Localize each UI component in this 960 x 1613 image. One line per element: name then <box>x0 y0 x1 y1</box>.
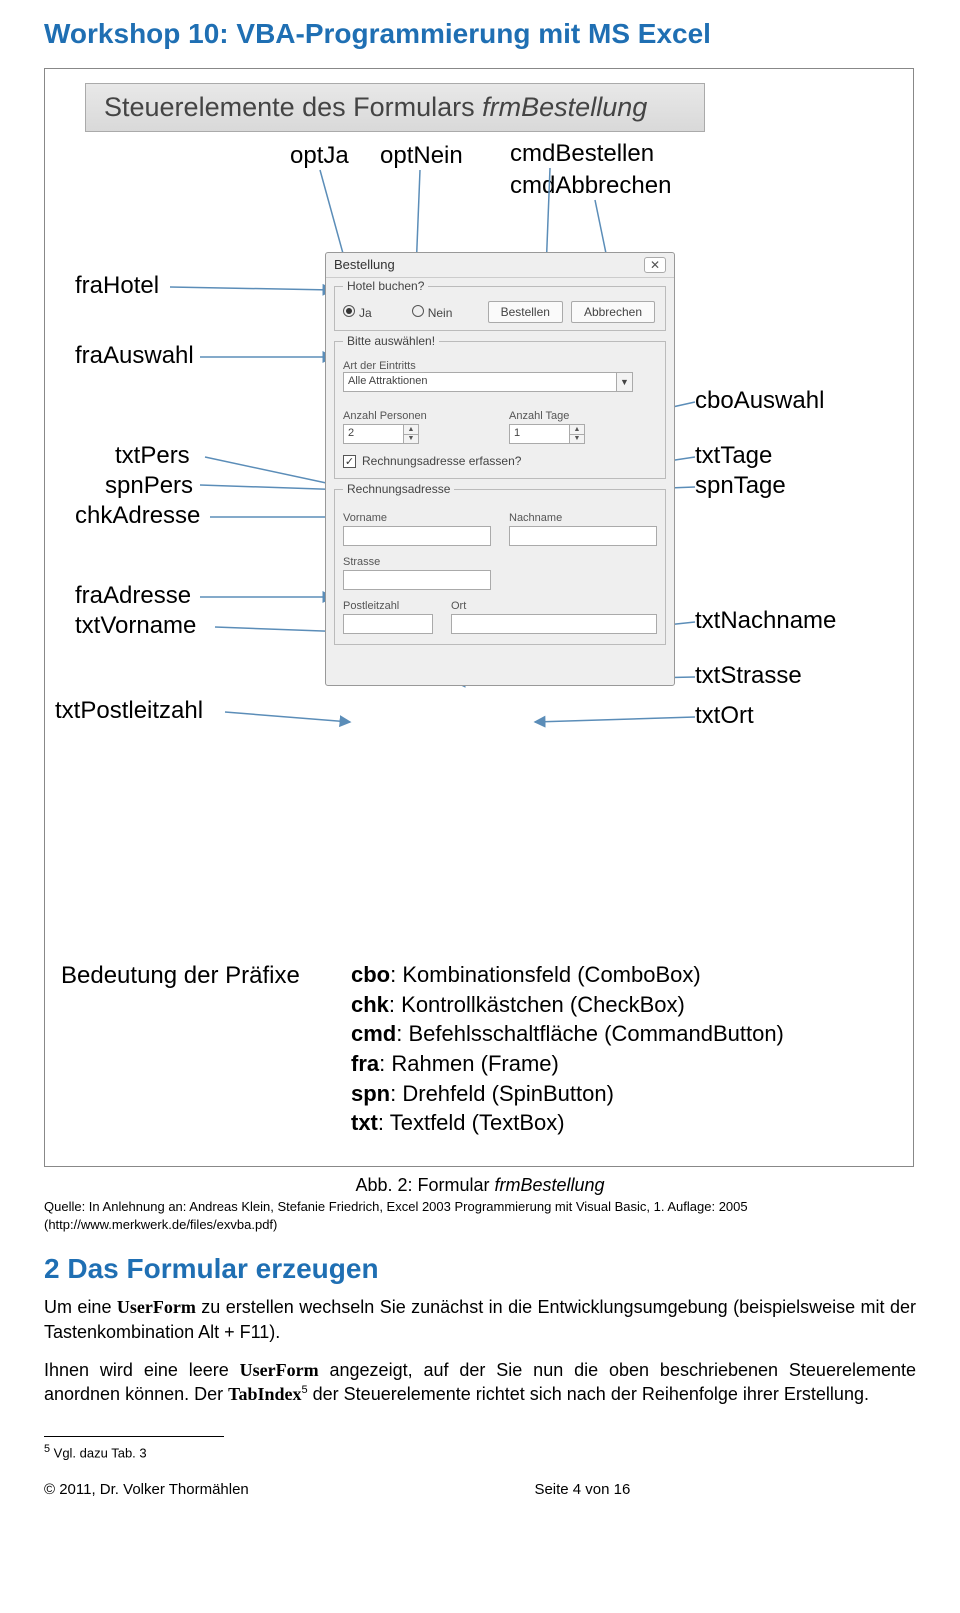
chevron-down-icon[interactable]: ▼ <box>616 372 633 392</box>
radio-ja-label: Ja <box>359 306 372 320</box>
strasse-input[interactable] <box>343 570 491 590</box>
label-txtPers: txtPers <box>115 442 190 470</box>
strasse-label: Strasse <box>343 556 491 568</box>
p2c: der Steuerelemente richtet sich nach der… <box>308 1384 869 1404</box>
prefix-spn-b: spn <box>351 1081 390 1106</box>
label-chkAdresse: chkAdresse <box>75 502 200 530</box>
nachname-input[interactable] <box>509 526 657 546</box>
tage-spin[interactable]: ▲▼ <box>569 424 585 444</box>
plz-input[interactable] <box>343 614 433 634</box>
prefix-list: cbo: Kombinationsfeld (ComboBox) chk: Ko… <box>351 960 784 1138</box>
label-txtNachname: txtNachname <box>695 607 836 635</box>
caption-pre: Abb. 2: Formular <box>355 1175 494 1195</box>
p1-code1: UserForm <box>117 1297 196 1317</box>
ort-input[interactable] <box>451 614 657 634</box>
label-spnTage: spnTage <box>695 472 786 500</box>
pers-input[interactable]: 2 <box>343 424 403 444</box>
dialog-titlebar: Bestellung ✕ <box>326 253 674 278</box>
frame-hotel-legend: Hotel buchen? <box>343 279 428 293</box>
footer-mid: Seite 4 von 16 <box>534 1481 630 1498</box>
dialog-title-text: Bestellung <box>334 257 395 273</box>
label-txtStrasse: txtStrasse <box>695 662 802 690</box>
p2-code1: UserForm <box>240 1360 319 1380</box>
pers-spin[interactable]: ▲▼ <box>403 424 419 444</box>
prefix-section: Bedeutung der Präfixe cbo: Kombinationsf… <box>55 960 903 1146</box>
diagram: optJa optNein cmdBestellen cmdAbbrechen … <box>55 142 903 942</box>
anz-pers-label: Anzahl Personen <box>343 410 491 422</box>
combo-auswahl-value: Alle Attraktionen <box>343 372 616 392</box>
source-text: Quelle: In Anlehnung an: Andreas Klein, … <box>44 1198 916 1233</box>
page-footer: © 2011, Dr. Volker Thormählen Seite 4 vo… <box>44 1481 916 1498</box>
frame-adresse: Rechnungsadresse Vorname Nachname Strass… <box>334 489 666 645</box>
label-fraHotel: fraHotel <box>75 272 159 300</box>
close-icon[interactable]: ✕ <box>644 257 666 273</box>
figure-caption: Abb. 2: Formular frmBestellung <box>44 1175 916 1196</box>
radio-ja[interactable]: Ja <box>343 305 372 320</box>
frame-hotel: Hotel buchen? Ja Nein Bestellen Abbreche… <box>334 286 666 331</box>
caption-it: frmBestellung <box>495 1175 605 1195</box>
label-fraAuswahl: fraAuswahl <box>75 342 194 370</box>
frame-auswahl-legend: Bitte auswählen! <box>343 334 439 348</box>
prefix-fra-b: fra <box>351 1051 379 1076</box>
label-txtTage: txtTage <box>695 442 772 470</box>
vorname-label: Vorname <box>343 512 491 524</box>
prefix-spn-t: : Drehfeld (SpinButton) <box>390 1081 614 1106</box>
abbrechen-button[interactable]: Abbrechen <box>571 301 655 323</box>
p1a: Um eine <box>44 1297 117 1317</box>
para-1: Um eine UserForm zu erstellen wechseln S… <box>44 1295 916 1344</box>
frame-auswahl: Bitte auswählen! Art der Eintritts Alle … <box>334 341 666 479</box>
footer-left: © 2011, Dr. Volker Thormählen <box>44 1481 249 1498</box>
label-fraAdresse: fraAdresse <box>75 582 191 610</box>
prefix-title: Bedeutung der Präfixe <box>61 960 351 1138</box>
ort-label: Ort <box>451 600 657 612</box>
slide-title-italic: frmBestellung <box>482 92 647 122</box>
page-title: Workshop 10: VBA-Programmierung mit MS E… <box>44 18 916 50</box>
check-icon: ✓ <box>343 455 356 468</box>
prefix-chk-t: : Kontrollkästchen (CheckBox) <box>389 992 685 1017</box>
anz-tage-label: Anzahl Tage <box>509 410 657 422</box>
radio-nein-label: Nein <box>428 306 453 320</box>
vorname-input[interactable] <box>343 526 491 546</box>
art-label: Art der Eintritts <box>343 360 657 372</box>
prefix-cbo-b: cbo <box>351 962 390 987</box>
footnote: 5 Vgl. dazu Tab. 3 <box>44 1443 916 1460</box>
label-optNein: optNein <box>380 142 463 170</box>
label-cmdBestellen: cmdBestellen <box>510 140 654 168</box>
nachname-label: Nachname <box>509 512 657 524</box>
checkbox-adresse[interactable]: ✓ Rechnungsadresse erfassen? <box>343 454 657 468</box>
prefix-cmd-b: cmd <box>351 1021 396 1046</box>
label-spnPers: spnPers <box>105 472 193 500</box>
prefix-chk-b: chk <box>351 992 389 1017</box>
tage-input[interactable]: 1 <box>509 424 569 444</box>
combo-auswahl[interactable]: Alle Attraktionen ▼ <box>343 372 633 392</box>
prefix-fra-t: : Rahmen (Frame) <box>379 1051 559 1076</box>
dialog-bestellung: Bestellung ✕ Hotel buchen? Ja Nein Beste… <box>325 252 675 686</box>
label-txtOrt: txtOrt <box>695 702 754 730</box>
p2a: Ihnen wird eine leere <box>44 1360 240 1380</box>
slide-box: Steuerelemente des Formulars frmBestellu… <box>44 68 914 1167</box>
footnote-separator <box>44 1436 224 1437</box>
prefix-txt-t: : Textfeld (TextBox) <box>378 1110 565 1135</box>
frame-adresse-legend: Rechnungsadresse <box>343 482 454 496</box>
bestellen-button[interactable]: Bestellen <box>488 301 563 323</box>
label-optJa: optJa <box>290 142 349 170</box>
label-cboAuswahl: cboAuswahl <box>695 387 824 415</box>
footnote-text: Vgl. dazu Tab. 3 <box>50 1446 147 1461</box>
label-txtVorname: txtVorname <box>75 612 196 640</box>
label-txtPostleitzahl: txtPostleitzahl <box>55 697 203 725</box>
label-cmdAbbrechen: cmdAbbrechen <box>510 172 671 200</box>
slide-title: Steuerelemente des Formulars frmBestellu… <box>85 83 705 132</box>
slide-title-text: Steuerelemente des Formulars <box>104 92 482 122</box>
prefix-cbo-t: : Kombinationsfeld (ComboBox) <box>390 962 701 987</box>
plz-label: Postleitzahl <box>343 600 433 612</box>
section-heading: 2 Das Formular erzeugen <box>44 1253 916 1285</box>
checkbox-adresse-label: Rechnungsadresse erfassen? <box>362 454 521 468</box>
radio-nein[interactable]: Nein <box>412 305 453 320</box>
prefix-txt-b: txt <box>351 1110 378 1135</box>
p2-code2: TabIndex <box>228 1384 301 1404</box>
prefix-cmd-t: : Befehlsschaltfläche (CommandButton) <box>396 1021 784 1046</box>
para-2: Ihnen wird eine leere UserForm angezeigt… <box>44 1358 916 1407</box>
